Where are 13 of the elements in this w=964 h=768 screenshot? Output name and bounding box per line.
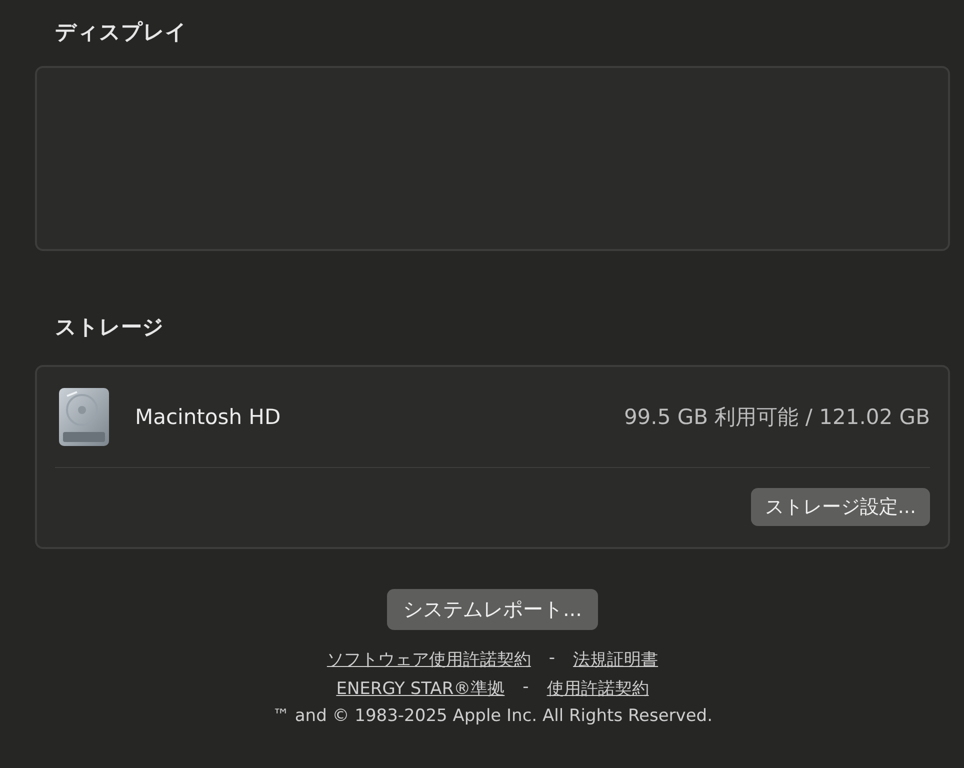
storage-settings-button[interactable]: ストレージ設定...	[750, 488, 930, 526]
legal-link[interactable]: ENERGY STAR®準拠	[336, 677, 505, 700]
section-heading: ディスプレイ	[54, 19, 187, 46]
separator-dash: -	[548, 648, 556, 670]
legal-link[interactable]: 法規証明書	[573, 648, 658, 671]
system-report-button[interactable]: システムレポート...	[386, 589, 598, 630]
legal-link[interactable]: 使用許諾契約	[546, 677, 649, 700]
copyright-text: ™ and © 1983-2025 Apple Inc. All Rights Reserved.	[272, 706, 713, 726]
section-heading: ストレージ	[54, 314, 164, 341]
disk-name: Macintosh HD	[135, 405, 281, 429]
legal-link[interactable]: ソフトウェア使用許諾契約	[326, 648, 531, 671]
separator-dash: -	[522, 677, 529, 699]
disk-capacity: 99.5 GB 利用可能 / 121.02 GB	[624, 404, 930, 431]
